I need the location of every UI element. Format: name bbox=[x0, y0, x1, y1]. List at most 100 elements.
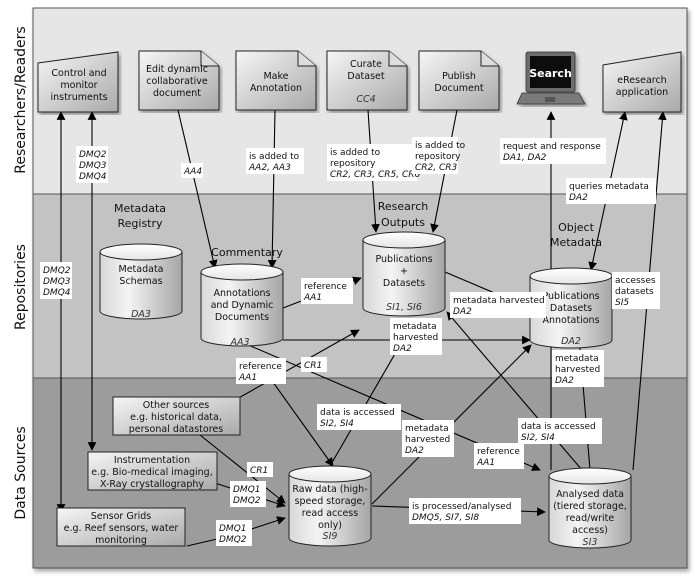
group-title-line: Research bbox=[378, 200, 428, 213]
node-search-laptop[interactable]: Search bbox=[516, 51, 586, 105]
edge-label-line: DMQ1 bbox=[233, 485, 261, 495]
edge-label-line: is processed/analysed bbox=[412, 502, 511, 512]
edge-label-line: harvested bbox=[405, 435, 450, 445]
edge-label-publish-added: is added torepositoryCR2, CR3 bbox=[412, 137, 466, 174]
node-analysed-data[interactable]: Analysed data (tiered storage, read/writ… bbox=[548, 467, 632, 549]
edge-label-line: datasets bbox=[615, 287, 654, 297]
edge-label-data-accessed-raw: data is accessedSI2, SI4 bbox=[317, 404, 401, 430]
edge-label-line: DMQ3 bbox=[43, 277, 71, 287]
node-annotations-documents[interactable]: Annotations and Dynamic Documents AA3 bbox=[200, 263, 284, 348]
node-label-line: Edit dynamic bbox=[146, 64, 208, 75]
edge-label-dmq-instr: DMQ1DMQ2 bbox=[230, 481, 266, 507]
edge-label-cr1-top: CR1 bbox=[301, 357, 327, 372]
laptop-trackpad bbox=[545, 97, 555, 102]
edge-label-line: AA1 bbox=[476, 458, 495, 468]
edge-label-line: AA2, AA3 bbox=[248, 163, 291, 173]
group-title-line: Metadata bbox=[114, 202, 166, 215]
edge-label-line: AA1 bbox=[303, 293, 322, 303]
repository-architecture-diagram: Researchers/Readers Repositories Data So… bbox=[13, 7, 688, 569]
node-other-sources[interactable]: Other sources e.g. historical data, pers… bbox=[112, 396, 241, 436]
node-raw-data[interactable]: Raw data (high- speed storage, read acce… bbox=[288, 465, 372, 547]
node-publish-document[interactable]: Publish Document bbox=[418, 50, 500, 111]
node-code: CC4 bbox=[356, 94, 375, 105]
group-title-line: Registry bbox=[117, 217, 163, 230]
edge-label-meta-harv-raw: metadataharvestedDA2 bbox=[402, 420, 454, 457]
node-sensor-grids[interactable]: Sensor Grids e.g. Reef sensors, water mo… bbox=[56, 507, 186, 547]
edge-label-meta-harv-pub-obj: metadata harvestedDA2 bbox=[450, 292, 546, 318]
edge-label-line: data is accessed bbox=[320, 408, 395, 418]
node-publications-datasets[interactable]: Publications + Datasets SI1, SI6 bbox=[362, 231, 446, 317]
edge-label-cr1-bottom: CR1 bbox=[247, 462, 273, 477]
edge-label-line: is added to bbox=[330, 148, 381, 158]
node-label-line: Dataset bbox=[347, 71, 384, 82]
node-label-line: Metadata bbox=[119, 264, 164, 275]
edge-label-line: reference bbox=[239, 362, 282, 372]
node-code: DA2 bbox=[561, 336, 581, 347]
edge-label-line: DA2 bbox=[453, 307, 472, 317]
node-label-line: and Dynamic bbox=[211, 300, 274, 311]
node-label-line: Datasets bbox=[383, 278, 425, 289]
edge-label-meta-harv-ann-obj: metadataharvestedDA2 bbox=[390, 318, 442, 355]
node-label-line: Publications bbox=[375, 254, 432, 265]
node-label-line: Instrumentation bbox=[114, 455, 190, 466]
node-label-line: Datasets bbox=[550, 303, 592, 314]
node-label-line: eResearch bbox=[617, 75, 666, 86]
edge-label-line: CR1 bbox=[250, 466, 268, 476]
edge-label-line: DMQ4 bbox=[79, 172, 107, 182]
node-label-line: Other sources bbox=[143, 400, 210, 411]
edge-label-dmq-top: DMQ2DMQ3DMQ4 bbox=[76, 146, 108, 183]
edge-label-ref-analysed: referenceAA1 bbox=[474, 443, 524, 469]
lane-title-repositories: Repositories bbox=[13, 244, 29, 330]
node-label-line: e.g. Reef sensors, water bbox=[64, 523, 179, 534]
edge-label-line: metadata bbox=[555, 354, 599, 364]
group-title-line: Metadata bbox=[550, 236, 602, 249]
edge-label-line: metadata bbox=[405, 424, 449, 434]
node-edit-document[interactable]: Edit dynamic collaborative document bbox=[138, 50, 220, 111]
edge-label-line: DA2 bbox=[569, 193, 588, 203]
edge-label-line: harvested bbox=[393, 333, 438, 343]
edge-label-line: CR2, CR3 bbox=[415, 163, 458, 173]
node-label-line: application bbox=[616, 87, 668, 98]
search-label: Search bbox=[529, 67, 572, 80]
edge-label-line: AA4 bbox=[183, 167, 202, 177]
edge-label-meta-harv-obj-below: metadataharvestedDA2 bbox=[552, 350, 604, 387]
node-label-line: personal datastores bbox=[129, 424, 223, 435]
edge-label-line: SI2, SI4 bbox=[320, 419, 354, 429]
node-label-line: Schemas bbox=[119, 276, 162, 287]
node-make-annotation[interactable]: Make Annotation bbox=[235, 50, 317, 111]
edge-label-queries-meta: queries metadataDA2 bbox=[566, 178, 656, 204]
node-curate-dataset[interactable]: Curate Dataset CC4 bbox=[326, 50, 408, 111]
edge-label-line: accesses bbox=[615, 276, 656, 286]
node-label-line: Make bbox=[263, 71, 288, 82]
edge-label-line: reference bbox=[477, 447, 520, 457]
node-label-line: read/write bbox=[566, 513, 615, 524]
lane-title-researchers: Researchers/Readers bbox=[13, 26, 29, 173]
node-metadata-schemas[interactable]: Metadata Schemas DA3 bbox=[99, 243, 183, 320]
node-label-line: Document bbox=[434, 83, 483, 94]
edge-label-line: CR2, CR3, CR5, CR6 bbox=[330, 170, 420, 180]
edge-label-line: queries metadata bbox=[569, 182, 649, 192]
edge-label-dmq-sensor: DMQ1DMQ2 bbox=[216, 520, 252, 546]
edge-label-line: DMQ2 bbox=[219, 535, 247, 545]
node-label-line: monitoring bbox=[95, 535, 147, 546]
node-control-instruments[interactable]: Control and monitor instruments bbox=[37, 51, 119, 113]
edge-label-ref-ann-pub: referenceAA1 bbox=[301, 278, 353, 304]
node-label-line: Curate bbox=[350, 59, 382, 70]
node-label-line: only) bbox=[318, 520, 342, 531]
node-label-line: Documents bbox=[215, 312, 269, 323]
edge-label-line: CR1 bbox=[304, 361, 322, 371]
edge-label-line: DMQ1 bbox=[219, 524, 247, 534]
node-label-line: instruments bbox=[50, 92, 107, 103]
node-label-line: Annotation bbox=[250, 83, 302, 94]
node-label-line: Annotations bbox=[542, 315, 599, 326]
node-label-line: read access bbox=[302, 508, 358, 519]
edge-label-line: request and response bbox=[503, 142, 601, 152]
node-label-line: X-Ray crystallography bbox=[100, 479, 204, 490]
edge-label-line: metadata bbox=[393, 322, 437, 332]
edge-label-line: is added to bbox=[415, 141, 466, 151]
edge-label-line: harvested bbox=[555, 365, 600, 375]
group-title-line: Outputs bbox=[381, 216, 425, 229]
node-instrumentation[interactable]: Instrumentation e.g. Bio-medical imaging… bbox=[87, 451, 218, 491]
node-code: SI1, SI6 bbox=[386, 302, 422, 313]
edge-label-line: DA2 bbox=[555, 376, 574, 386]
